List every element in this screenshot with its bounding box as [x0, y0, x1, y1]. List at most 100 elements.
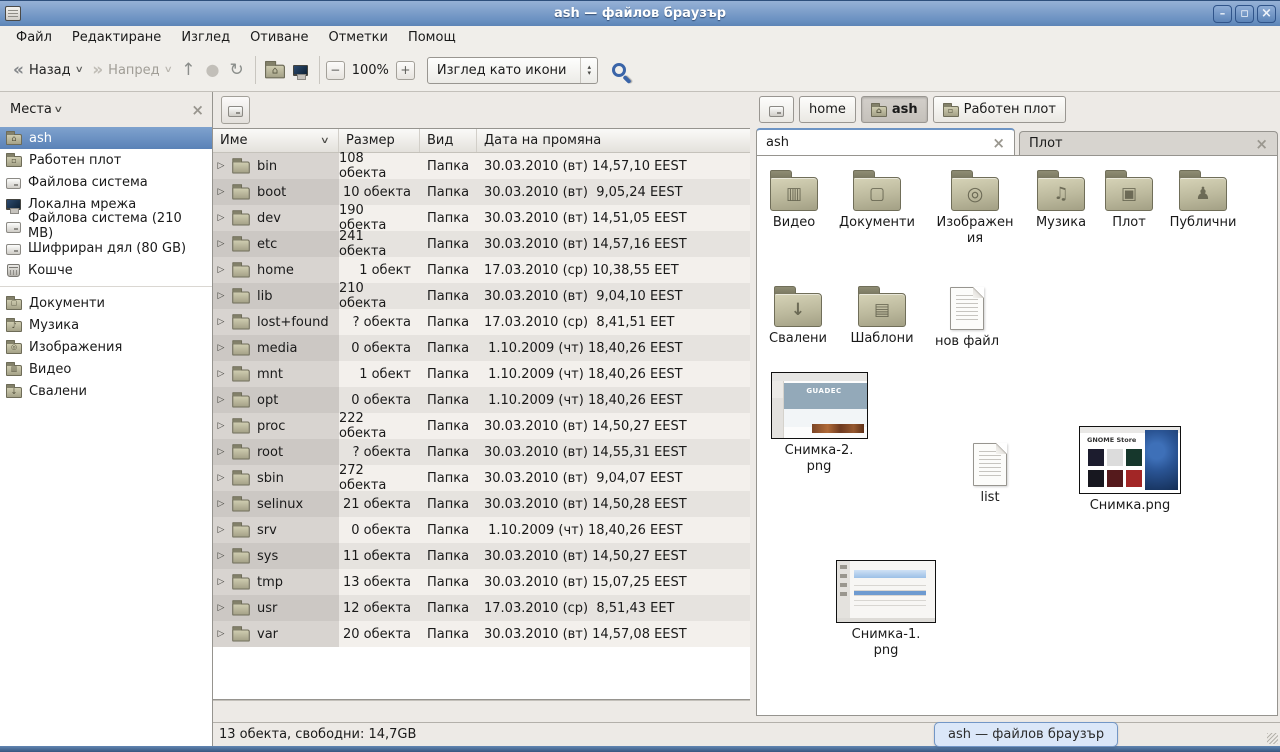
- expander-icon[interactable]: ▷: [216, 447, 226, 457]
- breadcrumb-desktop[interactable]: Работен плот: [933, 96, 1066, 123]
- sidebar-item-trash[interactable]: Кошче: [0, 259, 212, 281]
- expander-icon[interactable]: ▷: [216, 551, 226, 561]
- back-button[interactable]: « Назад ∨: [8, 58, 87, 83]
- icon-item-new-file[interactable]: нов файл: [928, 286, 1006, 350]
- icon-item-snimka-2[interactable]: GUADECСнимка-2. png: [764, 372, 874, 476]
- sidebar-item-filesystem[interactable]: Файлова система: [0, 171, 212, 193]
- expander-icon[interactable]: ▷: [216, 369, 226, 379]
- up-button[interactable]: ↑: [176, 56, 200, 84]
- filesystem-root-button[interactable]: [221, 96, 250, 124]
- tree-row-etc[interactable]: ▷etc241 обектаПапка30.03.2010 (вт) 14,57…: [213, 231, 750, 257]
- sidebar-selector-chevron-icon[interactable]: ∨: [53, 105, 63, 115]
- sidebar-item-video[interactable]: Видео: [0, 358, 212, 380]
- sidebar-item-volume-210[interactable]: Файлова система (210 MB): [0, 215, 212, 237]
- sidebar-item-home[interactable]: ash: [0, 127, 212, 149]
- icon-item-pictures[interactable]: Изображен ия: [936, 168, 1014, 248]
- column-header-size[interactable]: Размер: [339, 129, 420, 152]
- tree-row-lib[interactable]: ▷lib210 обектаПапка30.03.2010 (вт) 9,04,…: [213, 283, 750, 309]
- tree-row-var[interactable]: ▷var20 обектаПапка30.03.2010 (вт) 14,57,…: [213, 621, 750, 647]
- tab-ash[interactable]: ash×: [756, 128, 1015, 155]
- tab-close-icon[interactable]: ×: [1255, 138, 1268, 150]
- sidebar-item-desktop[interactable]: Работен плот: [0, 149, 212, 171]
- icon-item-music[interactable]: Музика: [1022, 168, 1100, 231]
- tree-row-media[interactable]: ▷media0 обектаПапка 1.10.2009 (чт) 18,40…: [213, 335, 750, 361]
- expander-icon[interactable]: ▷: [216, 265, 226, 275]
- tree-row-dev[interactable]: ▷dev190 обектаПапка30.03.2010 (вт) 14,51…: [213, 205, 750, 231]
- close-button[interactable]: [1257, 5, 1276, 23]
- computer-button[interactable]: [288, 59, 313, 81]
- maximize-button[interactable]: [1235, 5, 1254, 23]
- expander-icon[interactable]: ▷: [216, 395, 226, 405]
- sidebar-item-music[interactable]: Музика: [0, 314, 212, 336]
- zoom-in-button[interactable]: +: [396, 61, 415, 80]
- icon-item-snimka-1[interactable]: Снимка-1. png: [831, 560, 941, 660]
- tree-row-usr[interactable]: ▷usr12 обектаПапка17.03.2010 (ср) 8,51,4…: [213, 595, 750, 621]
- tree-row-bin[interactable]: ▷bin108 обектаПапка30.03.2010 (вт) 14,57…: [213, 153, 750, 179]
- tree-row-root[interactable]: ▷root? обектаПапка30.03.2010 (вт) 14,55,…: [213, 439, 750, 465]
- expander-icon[interactable]: ▷: [216, 473, 226, 483]
- minimize-button[interactable]: [1213, 5, 1232, 23]
- sidebar-item-pictures[interactable]: Изображения: [0, 336, 212, 358]
- expander-icon[interactable]: ▷: [216, 603, 226, 613]
- menu-go[interactable]: Отиване: [240, 28, 318, 47]
- breadcrumb-home-dir[interactable]: home: [799, 96, 856, 123]
- breadcrumb-root[interactable]: [759, 96, 794, 123]
- tree-row-home[interactable]: ▷home1 обектПапка17.03.2010 (ср) 10,38,5…: [213, 257, 750, 283]
- expander-icon[interactable]: ▷: [216, 343, 226, 353]
- expander-icon[interactable]: ▷: [216, 239, 226, 249]
- breadcrumb-ash[interactable]: ash: [861, 96, 928, 123]
- expander-icon[interactable]: ▷: [216, 317, 226, 327]
- sidebar-close-icon[interactable]: ×: [191, 104, 204, 116]
- tree-row-sys[interactable]: ▷sys11 обектаПапка30.03.2010 (вт) 14,50,…: [213, 543, 750, 569]
- expander-icon[interactable]: ▷: [216, 629, 226, 639]
- icon-item-desktop[interactable]: Плот: [1090, 168, 1168, 231]
- tree-row-tmp[interactable]: ▷tmp13 обектаПапка30.03.2010 (вт) 15,07,…: [213, 569, 750, 595]
- tab-desktop[interactable]: Плот×: [1019, 131, 1278, 155]
- tree-row-lost+found[interactable]: ▷lost+found? обектаПапка17.03.2010 (ср) …: [213, 309, 750, 335]
- tree-row-sbin[interactable]: ▷sbin272 обектаПапка30.03.2010 (вт) 9,04…: [213, 465, 750, 491]
- expander-icon[interactable]: ▷: [216, 187, 226, 197]
- search-button[interactable]: [612, 63, 626, 77]
- sidebar-item-encrypted-80[interactable]: Шифриран дял (80 GB): [0, 237, 212, 259]
- stop-button[interactable]: ●: [201, 56, 225, 84]
- tree-row-proc[interactable]: ▷proc222 обектаПапка30.03.2010 (вт) 14,5…: [213, 413, 750, 439]
- menu-help[interactable]: Помощ: [398, 28, 466, 47]
- sidebar-item-documents[interactable]: Документи: [0, 292, 212, 314]
- icon-item-public[interactable]: Публични: [1164, 168, 1242, 231]
- expander-icon[interactable]: ▷: [216, 577, 226, 587]
- back-history-chevron-icon[interactable]: ∨: [74, 65, 83, 75]
- tab-close-icon[interactable]: ×: [992, 137, 1005, 149]
- tree-row-boot[interactable]: ▷boot10 обектаПапка30.03.2010 (вт) 9,05,…: [213, 179, 750, 205]
- column-header-type[interactable]: Вид: [420, 129, 477, 152]
- forward-button[interactable]: » Напред ∨: [87, 58, 176, 83]
- taskbar-window-button[interactable]: ash — файлов браузър: [934, 722, 1118, 747]
- resize-grip[interactable]: [1267, 733, 1278, 744]
- tree-row-mnt[interactable]: ▷mnt1 обектПапка 1.10.2009 (чт) 18,40,26…: [213, 361, 750, 387]
- menu-view[interactable]: Изглед: [171, 28, 240, 47]
- expander-icon[interactable]: ▷: [216, 525, 226, 535]
- view-mode-dropdown[interactable]: Изглед като икони ▴▾: [427, 57, 598, 84]
- icon-item-documents[interactable]: Документи: [838, 168, 916, 231]
- reload-button[interactable]: ↻: [224, 56, 248, 84]
- home-button[interactable]: [262, 58, 288, 82]
- icon-item-downloads[interactable]: Свалени: [759, 284, 837, 347]
- menu-bookmarks[interactable]: Отметки: [318, 28, 397, 47]
- icon-item-templates[interactable]: Шаблони: [843, 284, 921, 347]
- icon-item-list[interactable]: list: [951, 442, 1029, 506]
- sidebar-item-downloads[interactable]: Свалени: [0, 380, 212, 402]
- icon-item-snimka[interactable]: GNOME StoreСнимка.png: [1072, 426, 1188, 514]
- expander-icon[interactable]: ▷: [216, 291, 226, 301]
- expander-icon[interactable]: ▷: [216, 161, 226, 171]
- zoom-out-button[interactable]: −: [326, 61, 345, 80]
- icon-item-video[interactable]: Видео: [756, 168, 833, 231]
- tree-row-selinux[interactable]: ▷selinux21 обектаПапка30.03.2010 (вт) 14…: [213, 491, 750, 517]
- menu-file[interactable]: Файл: [6, 28, 62, 47]
- menu-edit[interactable]: Редактиране: [62, 28, 171, 47]
- column-header-date[interactable]: Дата на промяна: [477, 129, 750, 152]
- column-header-name[interactable]: Име ∨: [213, 129, 339, 152]
- expander-icon[interactable]: ▷: [216, 499, 226, 509]
- expander-icon[interactable]: ▷: [216, 213, 226, 223]
- expander-icon[interactable]: ▷: [216, 421, 226, 431]
- tree-row-srv[interactable]: ▷srv0 обектаПапка 1.10.2009 (чт) 18,40,2…: [213, 517, 750, 543]
- tree-row-opt[interactable]: ▷opt0 обектаПапка 1.10.2009 (чт) 18,40,2…: [213, 387, 750, 413]
